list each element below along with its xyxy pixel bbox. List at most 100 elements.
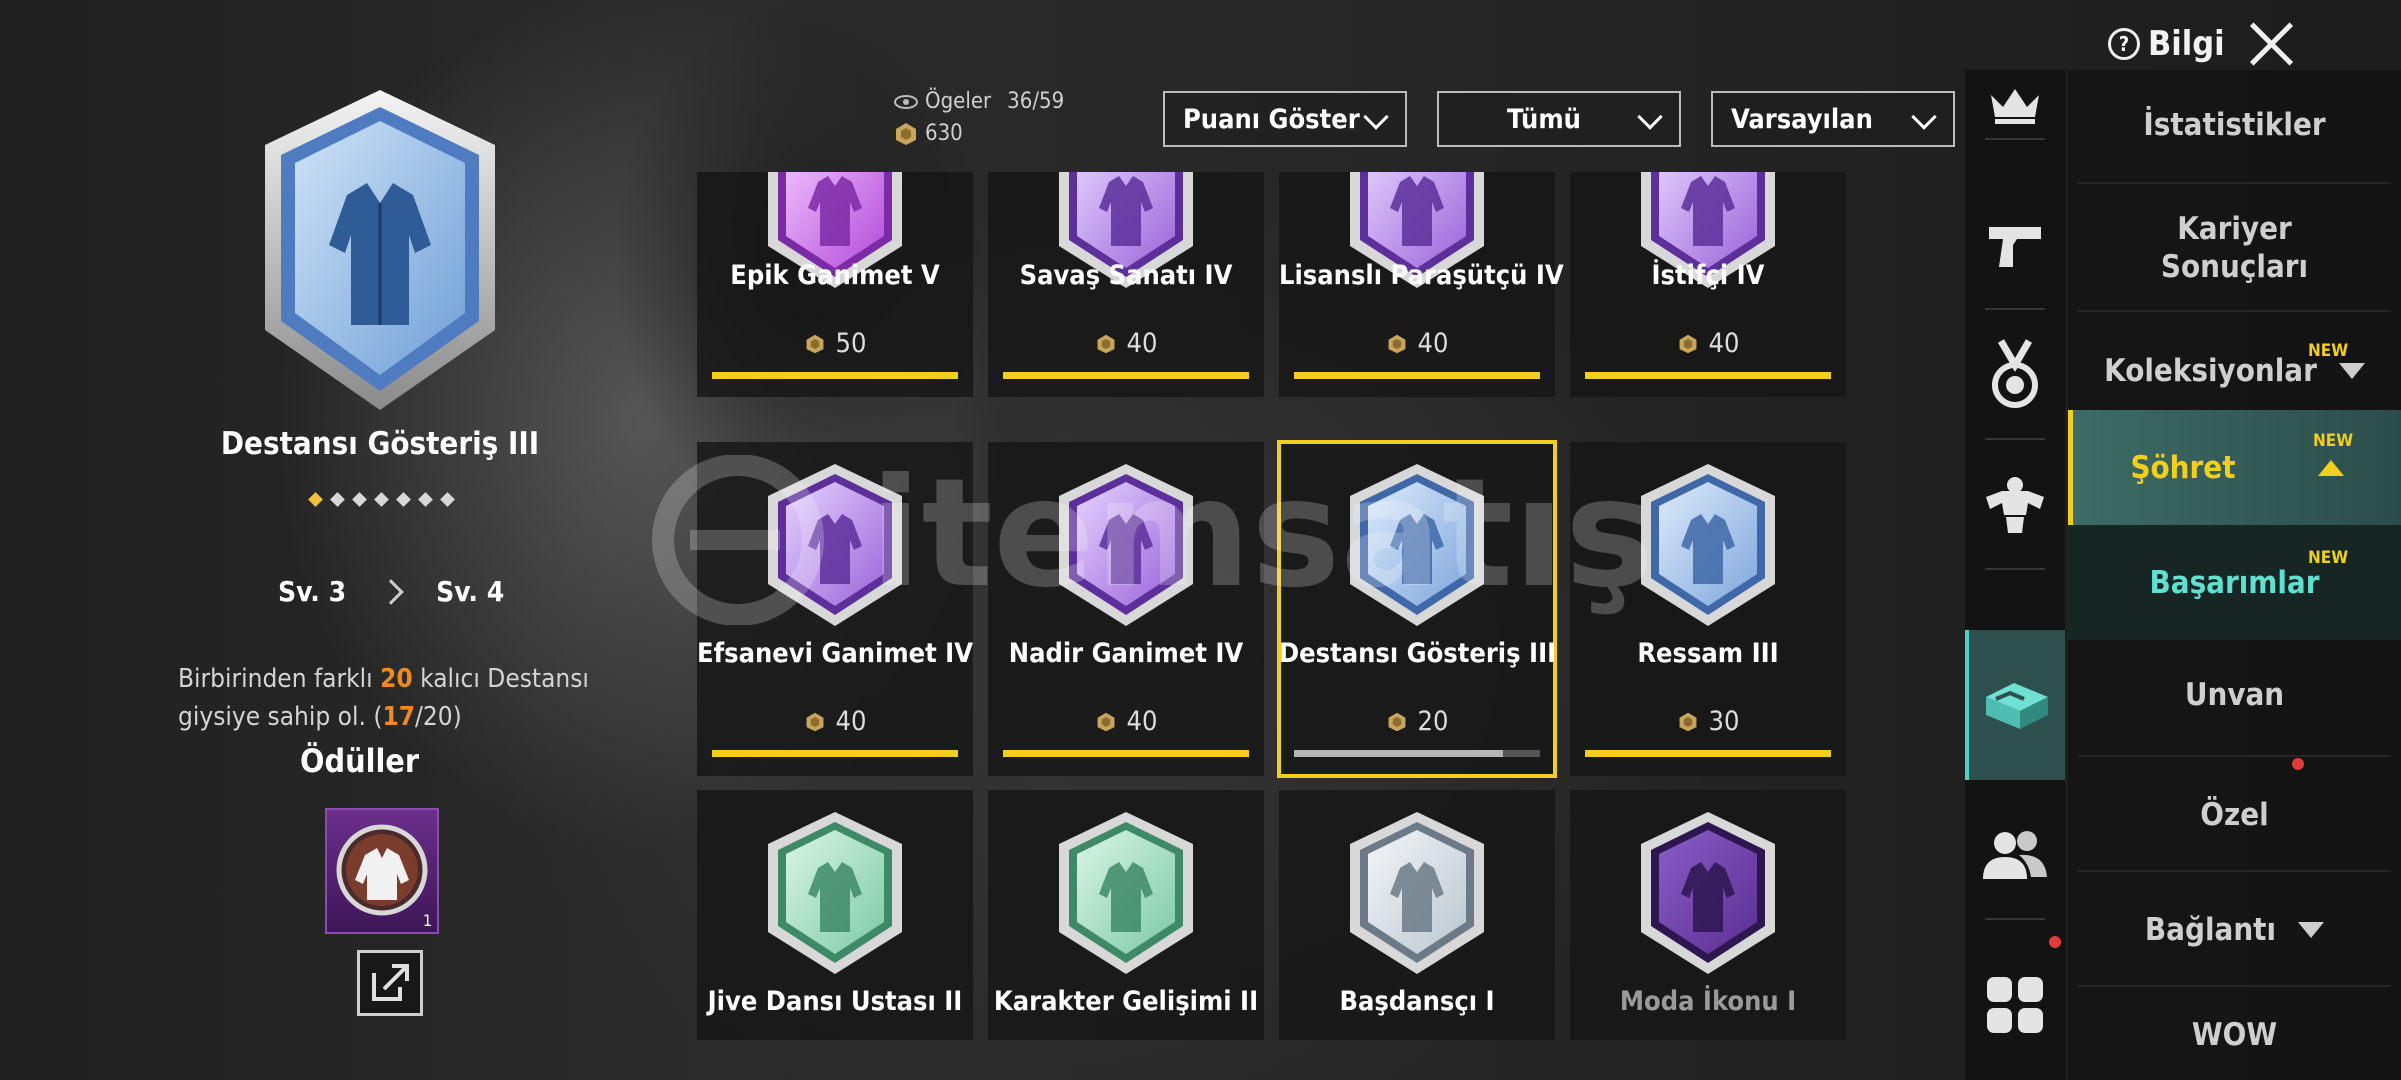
show-points-dropdown[interactable]: Puanı Göster [1163,91,1407,147]
achievement-name: Epik Ganimet V [730,260,940,291]
level-from: Sv. 3 [278,575,347,608]
level-to: Sv. 4 [436,575,505,608]
menu-item-achievements[interactable]: Başarımlar NEW [2068,525,2401,640]
achievement-name: Nadir Ganimet IV [1008,638,1244,669]
achievement-name: Savaş Sanatı IV [1019,260,1233,291]
achievement-card[interactable]: Başdansçı I [1279,790,1555,1040]
category-icon-column [1965,70,2065,1080]
star-empty-icon [330,492,345,507]
filter-all-dropdown[interactable]: Tümü [1437,91,1681,147]
achievement-points: 40 [697,706,973,737]
achievement-description: Birbirinden farklı 20 kalıcı Destansı gi… [178,660,598,736]
points-coin-icon [1679,712,1697,731]
achievement-card[interactable]: İstifçi IV 40 [1570,172,1846,397]
achievement-name: Lisanslı Paraşütçü IV [1279,260,1564,291]
achievement-name: Destansı Gösteriş III [1279,638,1557,669]
achievement-card[interactable]: Destansı Gösteriş III 20 [1277,440,1557,778]
crown-category-button[interactable] [1965,70,2065,140]
star-empty-icon [352,492,367,507]
strength-category-button[interactable] [1965,440,2065,570]
friends-category-button[interactable] [1965,790,2065,920]
points-value: 50 [835,328,867,359]
new-badge: NEW [2308,341,2349,361]
progress-fill [712,750,958,757]
progress-bar [1003,750,1249,757]
desc-progress-count: 17 [382,702,416,732]
new-badge: NEW [2313,431,2354,451]
menu-label: İstatistikler [2143,107,2326,143]
progress-fill [1294,372,1540,379]
muscle-icon [1986,477,2044,533]
star-rating [308,492,455,507]
progress-bar [1294,372,1540,379]
box-icon [1986,683,2048,729]
more-category-button[interactable] [1965,940,2065,1070]
points-coin-icon [1388,712,1406,731]
desc-target-count: 20 [380,664,413,694]
info-button[interactable]: ? Bilgi [2108,24,2225,64]
achievement-card[interactable]: Karakter Gelişimi II [988,790,1264,1040]
achievement-badge-icon [760,460,910,630]
achievement-points: 40 [1279,328,1555,359]
achievement-grid: Epik Ganimet V 50 Savaş Sanatı IV 40 Lisan… [697,172,1847,1040]
star-empty-icon [374,492,389,507]
weapon-category-button[interactable] [1965,180,2065,310]
progress-fill [1003,372,1249,379]
achievement-card[interactable]: Lisanslı Paraşütçü IV 40 [1279,172,1564,397]
chevron-down-icon [1637,104,1663,130]
medal-category-button[interactable] [1965,310,2065,440]
menu-item-title[interactable]: Unvan [2068,640,2401,750]
points-coin-icon [1679,334,1697,353]
points-value: 40 [1126,328,1158,359]
reward-item[interactable]: 1 [325,808,439,934]
menu-label: Özel [2200,797,2269,833]
points-coin-icon [896,123,916,145]
progress-fill [1003,750,1249,757]
rewards-label: Ödüller [300,742,420,780]
achievement-badge-icon [1633,460,1783,630]
share-button[interactable] [357,950,423,1016]
menu-item-wow[interactable]: WOW [2068,990,2401,1080]
progress-bar [712,750,958,757]
points-value: 40 [1708,328,1740,359]
achievement-card[interactable]: Epik Ganimet V 50 [697,172,973,397]
achievement-card[interactable]: Nadir Ganimet IV 40 [988,442,1264,776]
menu-item-statistics[interactable]: İstatistikler [2068,70,2401,180]
achievement-points: 50 [697,328,973,359]
progress-fill [1294,750,1504,757]
achievement-badge-icon [1342,808,1492,978]
menu-label: Kariyer Sonuçları [2160,211,2309,285]
menu-item-connection[interactable]: Bağlantı [2068,875,2401,985]
achievement-card[interactable]: Jive Dansı Ustası II [697,790,973,1040]
points-coin-icon [1097,712,1115,731]
collection-category-button[interactable] [1965,630,2065,780]
achievement-card[interactable]: Moda İkonu I [1570,790,1846,1040]
question-icon: ? [2108,28,2140,60]
achievement-name: Karakter Gelişimi II [993,986,1259,1017]
progress-fill [1585,372,1831,379]
friends-icon [1983,831,2047,879]
menu-label: Bağlantı [2144,912,2277,948]
achievement-name: İstifçi IV [1651,260,1765,291]
progress-bar [1585,372,1831,379]
achievement-card[interactable]: Savaş Sanatı IV 40 [988,172,1264,397]
star-filled-icon [308,492,323,507]
points-value: 40 [835,706,867,737]
selected-achievement-badge [265,90,495,410]
achievement-badge-icon [1633,808,1783,978]
achievement-card[interactable]: Efsanevi Ganimet IV 40 [697,442,973,776]
menu-item-career-results[interactable]: Kariyer Sonuçları [2068,188,2401,308]
progress-fill [712,372,958,379]
detail-title: Destansı Gösteriş III [220,426,540,462]
progress-bar [1585,750,1831,757]
achievement-points: 40 [988,706,1264,737]
chevron-down-icon [1911,104,1937,130]
achievement-badge-icon [760,808,910,978]
menu-item-special[interactable]: Özel [2068,760,2401,870]
achievement-card[interactable]: Ressam III 30 [1570,442,1846,776]
menu-item-fame[interactable]: Şöhret NEW [2068,410,2401,525]
close-button[interactable] [2246,18,2296,68]
progress-fill [1585,750,1831,757]
level-progression: Sv. 3 Sv. 4 [278,575,504,608]
sort-dropdown[interactable]: Varsayılan [1711,91,1955,147]
